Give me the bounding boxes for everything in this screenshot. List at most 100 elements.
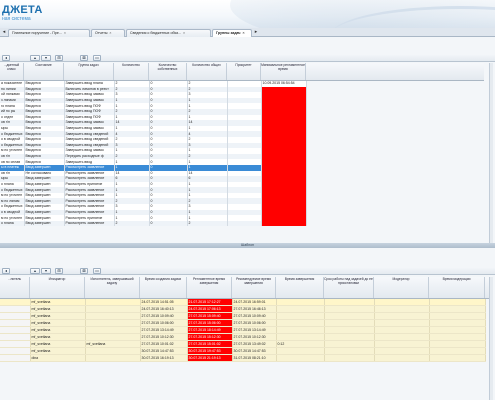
move-down-button[interactable]: ▾ [41, 268, 51, 274]
lower-grid-toolbar: ◂ ▴ ▾ ⊞ ⊠ ▭ [0, 267, 495, 275]
upper-grid-scrollbar[interactable] [489, 63, 493, 243]
col-header-priority[interactable]: Приоритет [227, 63, 261, 80]
col-header-work-duration[interactable]: Срок работы над задачей до ее приостанов… [324, 277, 374, 298]
table-cell [85, 299, 141, 307]
tab-close-icon[interactable]: × [64, 30, 66, 37]
table-cell: о плана [0, 220, 25, 227]
col-header-executor[interactable]: ...нитель [0, 277, 30, 298]
tab-close-icon[interactable]: × [183, 30, 185, 37]
table-cell: 31.07.2015 08:21:10 [232, 354, 277, 363]
col-header-moderation-time[interactable]: Время модерации [429, 277, 485, 298]
table-row[interactable]: mf_svetlana 30.07.2015 14:47:53 30.07.2015… [0, 347, 486, 356]
table-cell [374, 340, 430, 349]
tab-payment-order[interactable]: Платежное поручение - Пре... × [8, 29, 90, 37]
table-cell [324, 340, 375, 349]
col-header-regulated-time[interactable]: Регламентное время завершения [187, 277, 232, 298]
table-cell [429, 312, 486, 321]
table-row[interactable]: mf_svetlana 27.07.2015 10:06:00 27.07.2015… [0, 319, 486, 328]
table-cell: 30.07.2015 14:47:53 [140, 347, 188, 356]
col-header-count[interactable]: Количество [114, 63, 149, 80]
document-tab-bar: ◂ Платежное поручение - Пре... × Отчеты × … [0, 28, 495, 37]
table-cell: 21.07.2015 17:12:27 [187, 299, 233, 307]
table-cell: 27.07.2015 13:14:49 [140, 326, 188, 335]
table-cell [0, 340, 31, 349]
table-cell [324, 347, 375, 356]
grid-settings-button[interactable]: ⊞ [55, 55, 63, 61]
table-cell [85, 347, 141, 356]
upper-grid-toolbar: ◂ ▴ ▾ ⊞ ⊠ ▭ [0, 54, 495, 62]
table-cell: 27.07.2015 15:01:02 [187, 340, 233, 349]
tab-label: Отчеты [95, 31, 108, 35]
table-row[interactable]: mf_svetlana 27.07.2015 13:14:49 27.07.2015… [0, 326, 486, 335]
table-cell: 30.07.2015 14:47:53 [232, 347, 277, 356]
col-header-completed-by[interactable]: Исполнитель, завершивший задачу [85, 277, 140, 298]
tab-label: Группы задач [216, 31, 241, 35]
lower-grid-scrollbar[interactable] [489, 277, 493, 400]
tab-scroll-left-icon[interactable]: ◂ [1, 29, 7, 36]
table-cell [0, 333, 31, 342]
back-button[interactable]: ◂ [2, 268, 10, 274]
tab-close-icon[interactable]: × [242, 30, 244, 37]
back-button[interactable]: ◂ [2, 55, 10, 61]
table-cell: 27.07.2015 15:09:40 [187, 312, 233, 321]
table-cell [324, 354, 375, 363]
col-header-recommended-time[interactable]: Рекомендуемое время завершения [232, 277, 276, 298]
col-header-moderator[interactable]: Модератор [374, 277, 429, 298]
table-cell [0, 319, 31, 328]
col-header-initiator[interactable]: Инициатор [30, 277, 85, 298]
col-header-created-time[interactable]: Время создания задачи [140, 277, 187, 298]
table-cell [374, 312, 430, 321]
export-button[interactable]: ⊠ [80, 268, 88, 274]
tab-scroll-right-icon[interactable]: ▸ [253, 29, 259, 36]
table-cell: mf_svetlana [30, 340, 86, 349]
col-header-own-count[interactable]: Количество собственных [149, 63, 187, 80]
tab-reports[interactable]: Отчеты × [91, 29, 125, 37]
table-row[interactable]: mf_svetlana 24.07.2015 16:40:13 24.07.2015… [0, 305, 486, 314]
tab-budget-obligations[interactable]: Сведения о бюджетных обяз... × [126, 29, 211, 37]
table-cell [374, 299, 430, 307]
table-row[interactable]: mf_svetlana 27.07.2015 10:09:40 27.07.2015… [0, 312, 486, 321]
table-row[interactable]: mf_svetlana 27.07.2015 10:12:30 27.07.2015… [0, 333, 486, 342]
table-cell [324, 326, 375, 335]
table-row[interactable]: о плана Ввод завершен Рассмотреть заявлени… [0, 220, 307, 227]
move-down-button[interactable]: ▾ [41, 55, 51, 61]
table-row[interactable]: dina 30.07.2015 16:19:13 30.07.2015 21:19:… [0, 354, 486, 363]
grid-settings-button[interactable]: ⊞ [55, 268, 63, 274]
export-button[interactable]: ⊠ [80, 55, 88, 61]
tab-label: Платежное поручение - Пре... [12, 31, 62, 35]
col-header-shared-count[interactable]: Количество общих [187, 63, 227, 80]
table-cell [374, 347, 430, 356]
table-cell: 27.07.2015 15:12:30 [187, 333, 233, 342]
table-cell: м по уточнен [0, 148, 25, 154]
table-cell: 27.07.2015 10:09:40 [140, 312, 188, 321]
print-button[interactable]: ▭ [93, 268, 101, 274]
table-cell: 0 [149, 220, 188, 227]
move-up-button[interactable]: ▴ [30, 55, 40, 61]
table-cell [0, 347, 31, 356]
table-cell [276, 312, 325, 321]
tab-close-icon[interactable]: × [109, 30, 111, 37]
table-cell [276, 354, 325, 363]
app-title: ДЖЕТА [2, 4, 43, 16]
table-cell [324, 305, 375, 314]
table-cell: mf_svetlana [85, 340, 141, 349]
table-row[interactable]: mf_svetlana mf_svetlana 27.07.2015 10:01:0… [0, 340, 486, 349]
table-cell [429, 347, 486, 356]
table-cell [324, 299, 375, 307]
table-cell: mf_svetlana [30, 305, 86, 314]
table-cell: 30.07.2015 19:47:53 [187, 347, 233, 356]
app-subtitle: ная система [2, 16, 31, 22]
move-up-button[interactable]: ▴ [30, 268, 40, 274]
col-header-budget-class[interactable]: ...дкетный класс [0, 63, 24, 80]
table-row[interactable]: mf_svetlana 24.07.2015 14:51:05 21.07.2015… [0, 299, 486, 307]
col-header-completion-time[interactable]: Время завершения [276, 277, 324, 298]
table-cell: а показателе [0, 81, 25, 87]
table-cell [227, 220, 262, 227]
print-button[interactable]: ▭ [93, 55, 101, 61]
col-header-min-deadline[interactable]: Минимальное регламентное время [261, 63, 306, 80]
tab-task-groups[interactable]: Группы задач × [212, 29, 252, 37]
col-header-state[interactable]: Состояние [24, 63, 64, 80]
table-cell [429, 319, 486, 328]
col-header-task-group[interactable]: Группа задач [64, 63, 114, 80]
upper-grid-header: ...дкетный класс Состояние Группа задач … [0, 63, 484, 81]
